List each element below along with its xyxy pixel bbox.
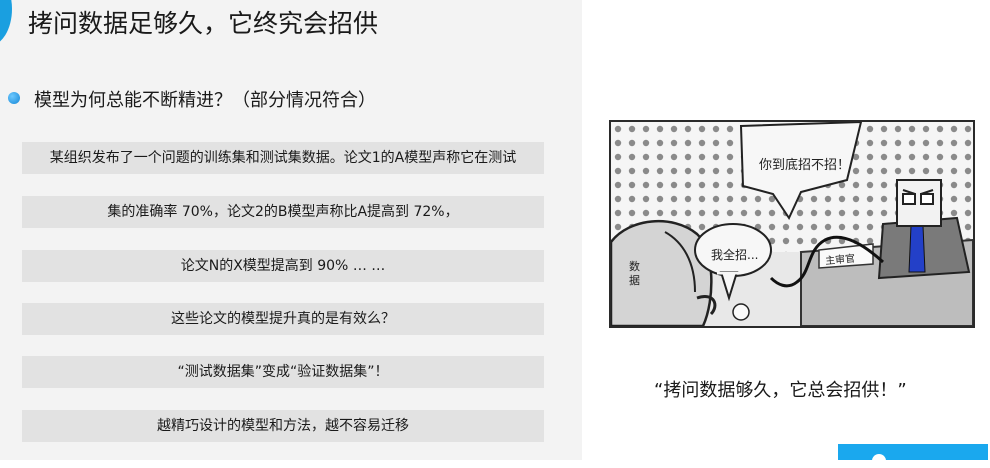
text-bar-1: 某组织发布了一个问题的训练集和测试集数据。论文1的A模型声称它在测试 [22,142,544,174]
bullet-heading: 模型为何总能不断精进？（部分情况符合） [34,90,376,111]
comic-illustration: 你到底招不招！ 我全招... 数 据 主审官 [609,120,975,328]
text-bar-4: 这些论文的模型提升真的是有效么？ [22,303,544,335]
accent-circle-decoration [0,0,12,46]
data-character [611,219,713,326]
puff [732,303,750,321]
text-bar-3: 论文N的X模型提高到 90% … … [22,250,544,282]
bullet-dot-icon [8,92,20,104]
text-bar-5: “测试数据集”变成“验证数据集”！ [22,356,544,388]
text-bar-2: 集的准确率 70%，论文2的B模型声称比A提高到 72%， [22,196,544,228]
widget-knob-icon[interactable] [872,454,886,468]
left-panel: 拷问数据足够久，它终究会招供 模型为何总能不断精进？（部分情况符合） 某组织发布… [0,0,582,460]
text-bar-6: 越精巧设计的模型和方法，越不容易迁移 [22,410,544,442]
nameplate-text: 主审官 [824,253,856,268]
judge-tie [908,225,926,273]
speech-top-text: 你到底招不招！ [759,158,851,173]
comic-drawing [611,122,973,326]
slide-title: 拷问数据足够久，它终究会招供 [28,9,379,38]
bottom-blue-widget[interactable] [838,444,988,468]
speech-mid-text: 我全招... [711,248,759,262]
data-label: 数 据 [629,260,640,287]
comic-caption: “拷问数据够久，它总会招供！” [654,380,907,401]
